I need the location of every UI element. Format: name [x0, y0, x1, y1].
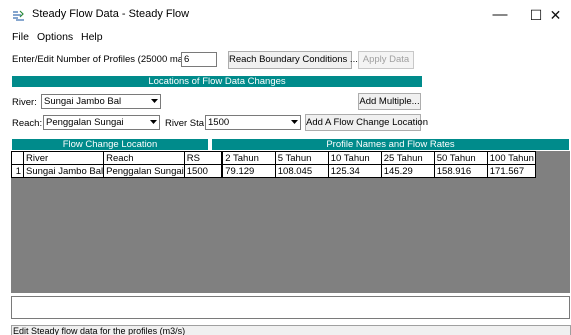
title-bar: Steady Flow Data - Steady Flow — ☐ ✕: [0, 0, 571, 30]
corner-cell: [11, 151, 24, 165]
reach-boundary-conditions-button[interactable]: Reach Boundary Conditions ...: [228, 51, 358, 69]
menu-options[interactable]: Options: [37, 31, 73, 43]
status-bar: Edit Steady flow data for the profiles (…: [11, 325, 571, 335]
flow-app-icon: [12, 10, 26, 22]
profile-names-header: Profile Names and Flow Rates: [212, 139, 569, 150]
apply-data-button[interactable]: Apply Data: [358, 51, 414, 69]
column-header-profile-6[interactable]: 100 Tahun: [486, 151, 536, 165]
river-select[interactable]: Sungai Jambo Bal: [41, 94, 161, 109]
menu-help[interactable]: Help: [81, 31, 103, 43]
river-station-label: River Sta.:: [165, 118, 210, 129]
menu-file[interactable]: File: [12, 31, 29, 43]
table-cell[interactable]: Sungai Jambo Bal: [22, 164, 105, 178]
column-header-profile-3[interactable]: 10 Tahun: [327, 151, 382, 165]
reach-select[interactable]: Penggalan Sungai: [43, 115, 160, 130]
river-station-select-value: 1500: [208, 117, 230, 128]
table-cell[interactable]: 125.34: [327, 164, 382, 178]
add-flow-change-location-button[interactable]: Add A Flow Change Location: [305, 114, 428, 131]
chevron-down-icon[interactable]: [146, 116, 159, 129]
row-number[interactable]: 1: [11, 164, 24, 178]
table-cell[interactable]: 158.916: [433, 164, 488, 178]
profiles-count-input[interactable]: 6: [181, 52, 217, 67]
column-header-profile-5[interactable]: 50 Tahun: [433, 151, 488, 165]
flow-data-grid[interactable]: River Reach RS 2 Tahun 5 Tahun 10 Tahun …: [11, 151, 570, 293]
reach-select-value: Penggalan Sungai: [46, 117, 124, 128]
table-cell[interactable]: 79.129: [221, 164, 276, 178]
locations-section-header: Locations of Flow Data Changes: [12, 76, 422, 87]
table-cell[interactable]: 108.045: [274, 164, 329, 178]
chevron-down-icon[interactable]: [147, 95, 160, 108]
column-header-profile-1[interactable]: 2 Tahun: [221, 151, 276, 165]
table-cell[interactable]: 171.567: [486, 164, 536, 178]
table-cell[interactable]: 1500: [183, 164, 223, 178]
close-button[interactable]: ✕: [540, 2, 571, 28]
table-cell[interactable]: Penggalan Sungai: [103, 164, 185, 178]
table-header-row: River Reach RS 2 Tahun 5 Tahun 10 Tahun …: [11, 151, 536, 165]
flow-change-location-header: Flow Change Location: [12, 139, 208, 150]
river-station-select[interactable]: 1500: [205, 115, 301, 130]
column-header-reach[interactable]: Reach: [103, 151, 185, 165]
table-row: 1 Sungai Jambo Bal Penggalan Sungai 1500…: [11, 164, 536, 178]
menu-bar: File Options Help: [0, 30, 571, 46]
column-header-profile-4[interactable]: 25 Tahun: [380, 151, 435, 165]
profiles-count-label: Enter/Edit Number of Profiles (25000 max…: [12, 54, 194, 65]
add-multiple-button[interactable]: Add Multiple...: [358, 93, 421, 110]
reach-label: Reach:: [12, 118, 43, 129]
column-header-profile-2[interactable]: 5 Tahun: [274, 151, 329, 165]
column-header-river[interactable]: River: [22, 151, 105, 165]
river-label: River:: [12, 97, 37, 108]
river-select-value: Sungai Jambo Bal: [44, 96, 122, 107]
description-textbox[interactable]: [11, 296, 570, 319]
chevron-down-icon[interactable]: [287, 116, 300, 129]
column-header-rs[interactable]: RS: [183, 151, 223, 165]
table-cell[interactable]: 145.29: [380, 164, 435, 178]
window-title: Steady Flow Data - Steady Flow: [32, 8, 190, 20]
flow-data-table: River Reach RS 2 Tahun 5 Tahun 10 Tahun …: [11, 151, 536, 178]
